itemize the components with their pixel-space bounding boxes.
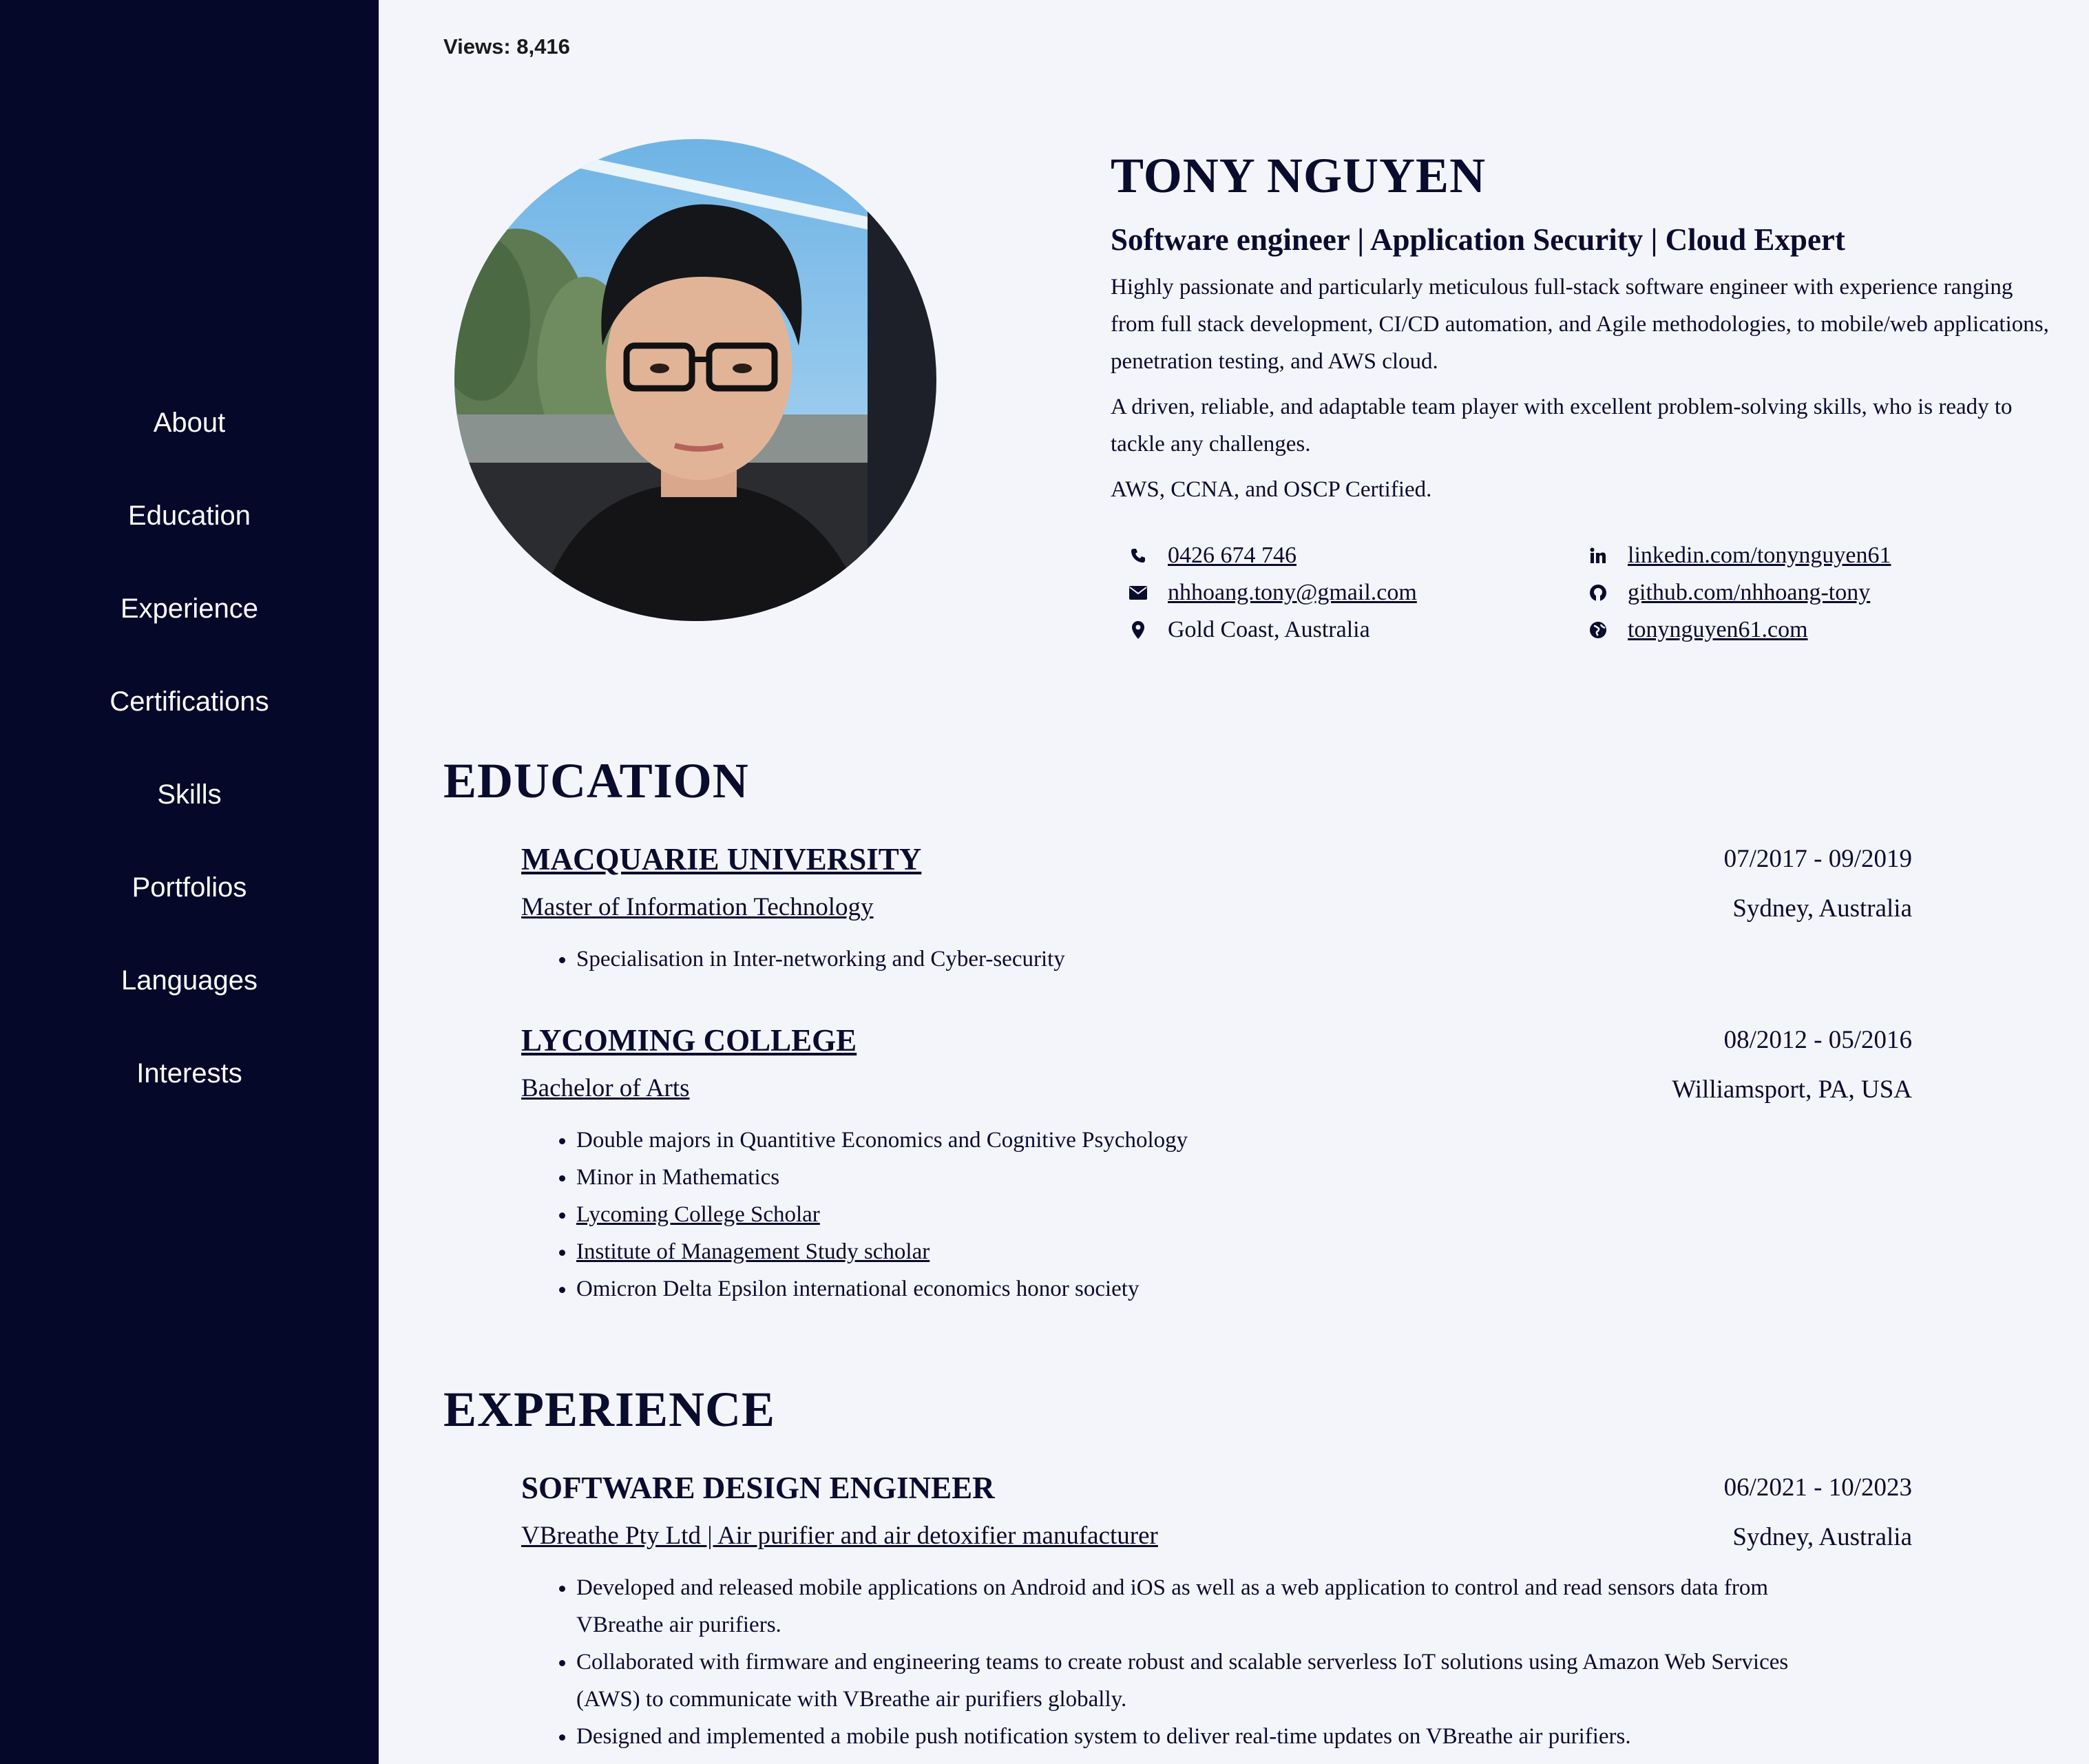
website-link[interactable]: tonynguyen61.com bbox=[1628, 617, 1808, 643]
scholar-link[interactable]: Institute of Management Study scholar bbox=[576, 1239, 930, 1264]
summary-paragraph: AWS, CCNA, and OSCP Certified. bbox=[1111, 477, 1432, 502]
bullet-item: Minor in Mathematics bbox=[576, 1159, 1912, 1196]
entry-dates: 06/2021 - 10/2023 bbox=[1723, 1473, 1912, 1502]
phone-link[interactable]: 0426 674 746 bbox=[1168, 543, 1297, 569]
envelope-icon bbox=[1129, 583, 1147, 602]
nav-item-portfolios[interactable]: Portfolios bbox=[0, 863, 379, 956]
nav-item-education[interactable]: Education bbox=[0, 491, 379, 584]
globe-icon bbox=[1589, 620, 1607, 640]
entry-dates: 07/2017 - 09/2019 bbox=[1723, 845, 1912, 873]
map-pin-icon bbox=[1129, 620, 1147, 640]
linkedin-icon bbox=[1589, 546, 1607, 565]
entry-dates: 08/2012 - 05/2016 bbox=[1723, 1026, 1912, 1054]
nav-item-interests[interactable]: Interests bbox=[0, 1049, 379, 1142]
entry-bullets: Developed and released mobile applicatio… bbox=[521, 1569, 1857, 1755]
linkedin-link[interactable]: linkedin.com/tonynguyen61 bbox=[1628, 543, 1891, 569]
contact-github: github.com/nhhoang-tony bbox=[1589, 574, 1870, 611]
sidebar-nav: About Education Experience Certification… bbox=[0, 398, 379, 1142]
contact-website: tonynguyen61.com bbox=[1589, 611, 1808, 649]
nav-item-experience[interactable]: Experience bbox=[0, 584, 379, 677]
degree-link[interactable]: Master of Information Technology bbox=[521, 887, 874, 928]
entry-meta: 07/2017 - 09/2019 Sydney, Australia bbox=[1724, 839, 1912, 930]
scholar-link[interactable]: Lycoming College Scholar bbox=[576, 1202, 820, 1227]
nav-item-languages[interactable]: Languages bbox=[0, 956, 379, 1049]
phone-icon bbox=[1129, 546, 1147, 565]
bullet-item: Double majors in Quantitive Economics an… bbox=[576, 1122, 1912, 1159]
bullet-item: Institute of Management Study scholar bbox=[576, 1233, 1912, 1270]
views-counter: Views: 8,416 bbox=[443, 34, 570, 59]
profile-summary: Highly passionate and particularly metic… bbox=[1111, 269, 2054, 508]
email-link[interactable]: nhhoang.tony@gmail.com bbox=[1168, 580, 1417, 606]
bullet-item: Designed and implemented a mobile push n… bbox=[576, 1718, 1857, 1755]
entry-location: Williamsport, PA, USA bbox=[1672, 1075, 1912, 1104]
github-icon bbox=[1589, 583, 1607, 602]
contact-linkedin: linkedin.com/tonynguyen61 bbox=[1589, 537, 1891, 574]
entry-location: Sydney, Australia bbox=[1732, 1523, 1912, 1551]
nav-item-about[interactable]: About bbox=[0, 398, 379, 491]
entry-bullets: Double majors in Quantitive Economics an… bbox=[521, 1122, 1912, 1308]
bullet-item: Specialisation in Inter-networking and C… bbox=[576, 941, 1912, 978]
contact-email: nhhoang.tony@gmail.com bbox=[1129, 574, 1417, 611]
bullet-item: Lycoming College Scholar bbox=[576, 1196, 1912, 1233]
job-role: SOFTWARE DESIGN ENGINEER bbox=[521, 1471, 995, 1505]
bullet-item: Omicron Delta Epsilon international econ… bbox=[576, 1270, 1912, 1308]
profile-header: TONY NGUYEN Software engineer | Applicat… bbox=[1111, 145, 2054, 508]
main-content: Views: 8,416 TONY NGUYEN Software engine… bbox=[379, 0, 2089, 1764]
nav-item-skills[interactable]: Skills bbox=[0, 770, 379, 863]
entry-meta: 06/2021 - 10/2023 Sydney, Australia bbox=[1724, 1467, 1912, 1558]
location-text: Gold Coast, Australia bbox=[1168, 617, 1370, 642]
company-link[interactable]: VBreathe Pty Ltd | Air purifier and air … bbox=[521, 1515, 1158, 1557]
profile-name: TONY NGUYEN bbox=[1111, 148, 1487, 203]
education-entry: LYCOMING COLLEGE Bachelor of Arts 08/201… bbox=[521, 1020, 1912, 1308]
section-title-education: EDUCATION bbox=[443, 753, 749, 808]
entry-location: Sydney, Australia bbox=[1732, 894, 1912, 923]
section-title-experience: EXPERIENCE bbox=[443, 1382, 776, 1437]
entry-meta: 08/2012 - 05/2016 Williamsport, PA, USA bbox=[1672, 1020, 1912, 1111]
profile-headline: Software engineer | Application Security… bbox=[1111, 222, 1845, 257]
nav-item-certifications[interactable]: Certifications bbox=[0, 677, 379, 770]
school-link[interactable]: MACQUARIE UNIVERSITY bbox=[521, 839, 1912, 880]
entry-bullets: Specialisation in Inter-networking and C… bbox=[521, 941, 1912, 978]
degree-link[interactable]: Bachelor of Arts bbox=[521, 1068, 690, 1109]
contact-phone: 0426 674 746 bbox=[1129, 537, 1297, 574]
education-entry: MACQUARIE UNIVERSITY Master of Informati… bbox=[521, 839, 1912, 978]
github-link[interactable]: github.com/nhhoang-tony bbox=[1628, 580, 1870, 606]
summary-paragraph: Highly passionate and particularly metic… bbox=[1111, 275, 2049, 374]
bullet-item: Collaborated with firmware and engineeri… bbox=[576, 1644, 1857, 1718]
bullet-item: Developed and released mobile applicatio… bbox=[576, 1569, 1857, 1644]
profile-photo bbox=[454, 139, 936, 621]
summary-paragraph: A driven, reliable, and adaptable team p… bbox=[1111, 395, 2013, 456]
sidebar: About Education Experience Certification… bbox=[0, 0, 379, 1764]
contact-location: Gold Coast, Australia bbox=[1129, 611, 1370, 649]
contact-list: 0426 674 746 nhhoang.tony@gmail.com Gold… bbox=[1129, 537, 2024, 654]
experience-entry: SOFTWARE DESIGN ENGINEER VBreathe Pty Lt… bbox=[521, 1467, 1912, 1755]
